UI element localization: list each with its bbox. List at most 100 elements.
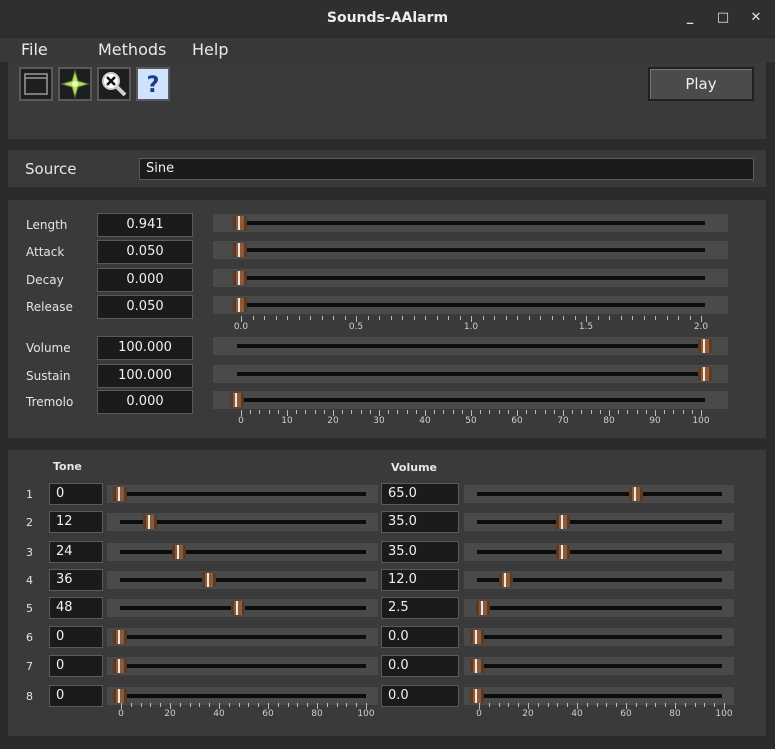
tone-slider-thumb[interactable]	[231, 601, 246, 615]
volume-axis-tick	[567, 703, 569, 707]
volume-slider-thumb[interactable]	[555, 515, 570, 529]
volume-slider[interactable]	[464, 571, 734, 589]
tone-axis-tick	[238, 703, 240, 707]
envelope-slider[interactable]	[213, 296, 728, 314]
volume-value[interactable]: 2.5	[381, 597, 459, 619]
envelope-slider-thumb[interactable]	[233, 298, 247, 312]
tone-axis-tick	[336, 703, 338, 707]
envelope-slider[interactable]	[213, 269, 728, 287]
tone-value[interactable]: 36	[49, 569, 103, 591]
volume-value[interactable]: 0.0	[381, 685, 459, 707]
envelope-slider[interactable]	[213, 214, 728, 232]
volume-slider[interactable]	[464, 485, 734, 503]
volume-value[interactable]: 12.0	[381, 569, 459, 591]
menu-help[interactable]: Help	[192, 38, 228, 62]
clear-search-button[interactable]	[97, 67, 131, 101]
tone-axis-tick	[258, 703, 260, 707]
volume-axis-tick	[508, 703, 510, 707]
volume-slider-thumb[interactable]	[470, 630, 484, 644]
volume-slider-thumb[interactable]	[470, 689, 484, 703]
tone-slider[interactable]	[107, 599, 378, 617]
volume-slider-thumb[interactable]	[470, 659, 484, 673]
tone-value[interactable]: 0	[49, 483, 103, 505]
tone-slider-thumb[interactable]	[201, 573, 216, 587]
tone-slider-thumb[interactable]	[113, 659, 127, 673]
minimize-button[interactable]: _	[681, 9, 699, 27]
volume-axis-tick	[606, 703, 608, 707]
tone-slider-thumb[interactable]	[113, 689, 127, 703]
volume-slider[interactable]	[464, 657, 734, 675]
envelope-slider-thumb[interactable]	[233, 271, 247, 285]
volume-slider-thumb[interactable]	[555, 545, 570, 559]
menu-methods[interactable]: Methods	[98, 38, 166, 62]
envelope-slider[interactable]	[213, 241, 728, 259]
volume-slider-thumb[interactable]	[499, 573, 514, 587]
envelope-value[interactable]: 0.941	[97, 213, 193, 237]
envelope-value[interactable]: 0.050	[97, 295, 193, 319]
level-slider-thumb[interactable]	[698, 367, 712, 381]
tone-slider[interactable]	[107, 571, 378, 589]
envelope-slider-thumb[interactable]	[233, 243, 247, 257]
level-value[interactable]: 0.000	[97, 390, 193, 414]
tone-slider[interactable]	[107, 513, 378, 531]
tone-value[interactable]: 0	[49, 626, 103, 648]
level-slider-thumb[interactable]	[698, 339, 712, 353]
volume-axis-label: 40	[571, 709, 583, 719]
new-window-button[interactable]	[19, 67, 53, 101]
level-slider[interactable]	[213, 365, 728, 383]
envelope-axis-tick	[574, 316, 576, 320]
envelope-axis-tick	[310, 316, 311, 320]
level-slider[interactable]	[213, 391, 728, 409]
tone-slider[interactable]	[107, 628, 378, 646]
envelope-axis-tick	[482, 316, 484, 320]
tone-slider[interactable]	[107, 485, 378, 503]
tone-slider-thumb[interactable]	[142, 515, 157, 529]
level-value[interactable]: 100.000	[97, 364, 193, 388]
volume-axis-tick	[488, 703, 490, 707]
volume-slider[interactable]	[464, 628, 734, 646]
generate-button[interactable]	[58, 67, 92, 101]
source-select[interactable]: Sine	[139, 158, 754, 180]
volume-value[interactable]: 35.0	[381, 541, 459, 563]
tone-axis-tick	[160, 703, 162, 707]
level-slider-thumb[interactable]	[230, 393, 244, 407]
envelope-slider-thumb[interactable]	[233, 216, 247, 230]
maximize-button[interactable]: □	[714, 9, 732, 27]
tone-value[interactable]: 0	[49, 685, 103, 707]
levels-axis-tick	[480, 410, 482, 414]
harmonic-index: 2	[26, 516, 33, 529]
levels-axis-tick	[415, 410, 417, 414]
tone-slider-thumb[interactable]	[113, 630, 127, 644]
levels-axis-tick	[645, 410, 647, 414]
volume-slider[interactable]	[464, 513, 734, 531]
volume-value[interactable]: 0.0	[381, 655, 459, 677]
volume-slider-thumb[interactable]	[629, 487, 644, 501]
tone-value[interactable]: 0	[49, 655, 103, 677]
level-value[interactable]: 100.000	[97, 336, 193, 360]
volume-value[interactable]: 0.0	[381, 626, 459, 648]
tone-slider-thumb[interactable]	[113, 487, 127, 501]
play-button[interactable]: Play	[648, 67, 754, 101]
tone-slider[interactable]	[107, 657, 378, 675]
close-button[interactable]: ✕	[747, 9, 765, 27]
level-slider[interactable]	[213, 337, 728, 355]
levels-axis-label: 10	[281, 416, 293, 426]
volume-slider[interactable]	[464, 599, 734, 617]
menu-file[interactable]: File	[21, 38, 48, 62]
volume-slider[interactable]	[464, 543, 734, 561]
levels-axis-tick	[259, 410, 261, 414]
tone-value[interactable]: 12	[49, 511, 103, 533]
tone-slider[interactable]	[107, 543, 378, 561]
volume-value[interactable]: 65.0	[381, 483, 459, 505]
harmonic-index: 3	[26, 546, 33, 559]
envelope-value[interactable]: 0.000	[97, 268, 193, 292]
tone-slider-thumb[interactable]	[172, 545, 187, 559]
envelope-axis-tick	[643, 316, 645, 320]
volume-slider-track	[477, 578, 722, 582]
help-button[interactable]: ?	[136, 67, 170, 101]
volume-value[interactable]: 35.0	[381, 511, 459, 533]
tone-value[interactable]: 48	[49, 597, 103, 619]
envelope-value[interactable]: 0.050	[97, 240, 193, 264]
tone-value[interactable]: 24	[49, 541, 103, 563]
volume-slider-thumb[interactable]	[476, 601, 491, 615]
